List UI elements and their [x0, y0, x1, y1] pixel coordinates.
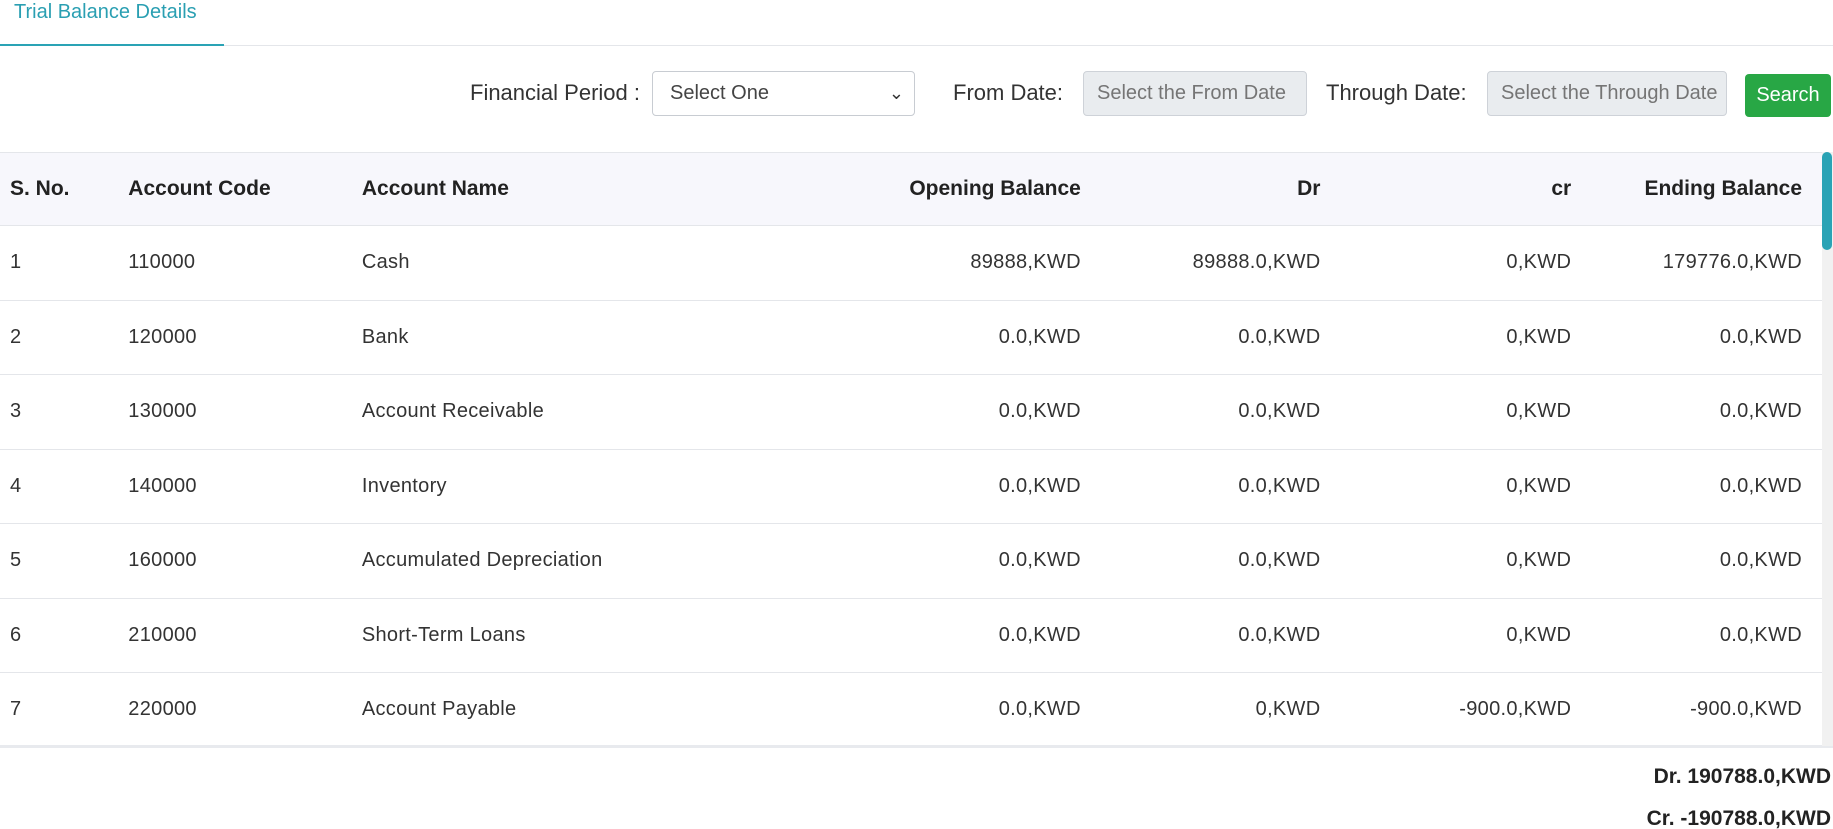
cell-s-no: 5 [0, 523, 119, 599]
cell-account-code: 140000 [118, 449, 352, 524]
table-row: 6 210000 Short-Term Loans 0.0,KWD 0.0,KW… [0, 598, 1822, 673]
cell-opening-balance: 89888,KWD [847, 225, 1081, 301]
table-row: 4 140000 Inventory 0.0,KWD 0.0,KWD 0,KWD… [0, 449, 1822, 524]
financial-period-value: Select One [670, 82, 769, 104]
cell-opening-balance: 0.0,KWD [847, 598, 1081, 673]
cell-s-no: 3 [0, 374, 119, 450]
cell-dr: 0.0,KWD [1080, 449, 1321, 524]
table-row: 2 120000 Bank 0.0,KWD 0.0,KWD 0,KWD 0.0,… [0, 300, 1822, 375]
cell-account-name: Accumulated Depreciation [351, 523, 848, 599]
financial-period-label: Financial Period : [470, 80, 640, 105]
cell-cr: 0,KWD [1320, 449, 1572, 524]
table-row: 3 130000 Account Receivable 0.0,KWD 0.0,… [0, 374, 1822, 450]
table-row: 7 220000 Account Payable 0.0,KWD 0,KWD -… [0, 672, 1822, 745]
total-dr: Dr. 190788.0,KWD [1653, 765, 1831, 788]
cell-s-no: 6 [0, 598, 119, 673]
cell-cr: 0,KWD [1320, 374, 1572, 450]
cell-account-code: 130000 [118, 374, 352, 450]
header-s-no: S. No. [0, 152, 119, 226]
table-row: 1 110000 Cash 89888,KWD 89888.0,KWD 0,KW… [0, 225, 1822, 301]
cell-s-no: 7 [0, 672, 119, 745]
table-header-row: S. No. Account Code Account Name Opening… [0, 152, 1822, 226]
cell-s-no: 1 [0, 225, 119, 301]
cell-cr: 0,KWD [1320, 300, 1572, 375]
cell-account-code: 210000 [118, 598, 352, 673]
header-opening-balance: Opening Balance [847, 152, 1081, 226]
cell-ending-balance: 0.0,KWD [1571, 374, 1822, 450]
filter-bar: Financial Period : Select One ⌄ From Dat… [0, 70, 1833, 117]
cell-account-code: 160000 [118, 523, 352, 599]
trial-balance-table: S. No. Account Code Account Name Opening… [0, 152, 1822, 745]
cell-account-name: Account Payable [351, 672, 848, 745]
cell-opening-balance: 0.0,KWD [847, 523, 1081, 599]
cell-account-code: 110000 [118, 225, 352, 301]
from-date-input[interactable] [1083, 71, 1307, 116]
cell-account-name: Account Receivable [351, 374, 848, 450]
cell-dr: 89888.0,KWD [1080, 225, 1321, 301]
header-cr: cr [1320, 152, 1572, 226]
search-button[interactable]: Search [1745, 74, 1831, 117]
table-row: 5 160000 Accumulated Depreciation 0.0,KW… [0, 523, 1822, 599]
cell-cr: 0,KWD [1320, 225, 1572, 301]
header-account-name: Account Name [351, 152, 848, 226]
cell-dr: 0.0,KWD [1080, 374, 1321, 450]
totals-summary: Dr. 190788.0,KWD Cr. -190788.0,KWD [1647, 762, 1831, 829]
from-date-label: From Date: [953, 80, 1064, 105]
cell-account-name: Bank [351, 300, 848, 375]
header-ending-balance: Ending Balance [1571, 152, 1822, 226]
cell-ending-balance: 0.0,KWD [1571, 449, 1822, 524]
trial-balance-table-container: S. No. Account Code Account Name Opening… [0, 152, 1833, 748]
through-date-label: Through Date: [1326, 80, 1467, 105]
tab-trial-balance-details[interactable]: Trial Balance Details [0, 0, 224, 46]
cell-opening-balance: 0.0,KWD [847, 672, 1081, 745]
cell-ending-balance: 0.0,KWD [1571, 598, 1822, 673]
cell-ending-balance: -900.0,KWD [1571, 672, 1822, 745]
cell-ending-balance: 179776.0,KWD [1571, 225, 1822, 301]
cell-cr: -900.0,KWD [1320, 672, 1572, 745]
cell-account-name: Short-Term Loans [351, 598, 848, 673]
cell-dr: 0.0,KWD [1080, 598, 1321, 673]
cell-dr: 0,KWD [1080, 672, 1321, 745]
total-cr: Cr. -190788.0,KWD [1646, 807, 1831, 829]
cell-opening-balance: 0.0,KWD [847, 300, 1081, 375]
cell-opening-balance: 0.0,KWD [847, 374, 1081, 450]
cell-account-code: 220000 [118, 672, 352, 745]
header-account-code: Account Code [118, 152, 352, 226]
cell-account-name: Inventory [351, 449, 848, 524]
cell-dr: 0.0,KWD [1080, 300, 1321, 375]
cell-ending-balance: 0.0,KWD [1571, 300, 1822, 375]
cell-opening-balance: 0.0,KWD [847, 449, 1081, 524]
cell-cr: 0,KWD [1320, 523, 1572, 599]
cell-cr: 0,KWD [1320, 598, 1572, 673]
cell-s-no: 2 [0, 300, 119, 375]
cell-account-name: Cash [351, 225, 848, 301]
tab-bar: Trial Balance Details [0, 0, 1833, 46]
cell-account-code: 120000 [118, 300, 352, 375]
cell-s-no: 4 [0, 449, 119, 524]
header-dr: Dr [1080, 152, 1321, 226]
cell-ending-balance: 0.0,KWD [1571, 523, 1822, 599]
financial-period-select[interactable]: Select One ⌄ [652, 71, 915, 116]
chevron-down-icon: ⌄ [888, 83, 904, 103]
through-date-input[interactable] [1487, 71, 1727, 116]
cell-dr: 0.0,KWD [1080, 523, 1321, 599]
table-scrollbar-thumb[interactable] [1822, 152, 1832, 250]
